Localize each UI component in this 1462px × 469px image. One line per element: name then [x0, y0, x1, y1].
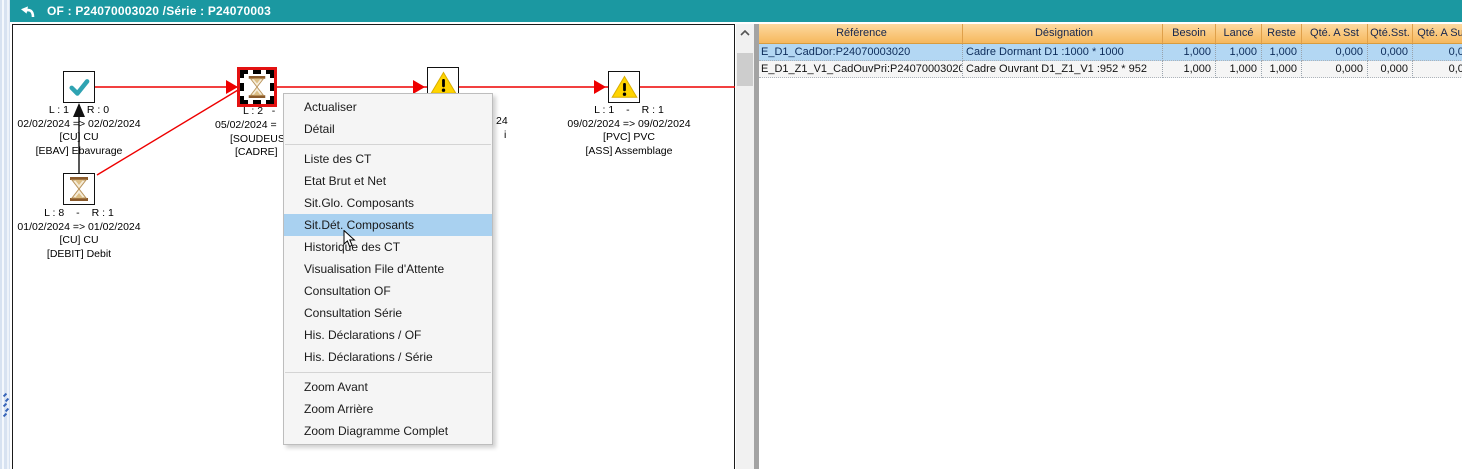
warning-icon [611, 75, 638, 99]
node-operation: [DEBIT] Debit [0, 248, 158, 262]
menu-item-sit-det-composants[interactable]: Sit.Dét. Composants [284, 214, 492, 236]
cell-reste: 1,000 [1262, 44, 1302, 61]
node-dates: 02/02/2024 => 02/02/2024 [0, 118, 158, 132]
menu-item-liste-des-ct[interactable]: Liste des CT [284, 148, 492, 170]
stat-separator: - [626, 104, 630, 118]
application-window: OF : P24070003020 /Série : P24070003 L :… [0, 0, 1462, 469]
menu-item-his-declarations-serie[interactable]: His. Déclarations / Série [284, 346, 492, 368]
cell-qte-a-sst: 0,000 [1302, 61, 1368, 78]
column-header-qte-sst[interactable]: Qté.Sst. [1368, 24, 1413, 44]
cell-lance: 1,000 [1216, 61, 1262, 78]
node-label-debit: L : 8 - R : 1 01/02/2024 => 01/02/2024 [… [0, 207, 158, 261]
window-title-bar: OF : P24070003020 /Série : P24070003 [10, 0, 1462, 22]
column-header-qte-a-sst[interactable]: Qté. A Sst [1302, 24, 1368, 44]
column-header-reference[interactable]: Référence [759, 24, 963, 44]
warning-icon [430, 71, 457, 95]
node-label-cadre-operation: [CADRE] [235, 146, 278, 159]
node-resource: [CU] CU [0, 131, 158, 145]
menu-item-sit-glo-composants[interactable]: Sit.Glo. Composants [284, 192, 492, 214]
launched-count: L : 8 [44, 207, 64, 221]
hourglass-icon [246, 75, 268, 99]
menu-item-zoom-diagramme-complet[interactable]: Zoom Diagramme Complet [284, 420, 492, 442]
cell-qte-sst: 0,000 [1368, 61, 1413, 78]
menu-item-visualisation-file-attente[interactable]: Visualisation File d'Attente [284, 258, 492, 280]
components-table: Référence Désignation Besoin Lancé Reste… [759, 24, 1462, 78]
table-row[interactable]: E_D1_Z1_V1_CadOuvPri:P24070003020 Cadre … [759, 61, 1462, 78]
hourglass-icon [67, 176, 91, 202]
cell-reference: E_D1_CadDor:P24070003020 [759, 44, 963, 61]
column-header-qte-a-sub[interactable]: Qté. A Sub [1413, 24, 1462, 44]
cell-reference: E_D1_Z1_V1_CadOuvPri:P24070003020 [759, 61, 963, 78]
menu-item-etat-brut-et-net[interactable]: Etat Brut et Net [284, 170, 492, 192]
of-window-icon [19, 3, 37, 19]
cell-designation: Cadre Dormant D1 :1000 * 1000 [963, 44, 1163, 61]
menu-item-detail[interactable]: Détail [284, 118, 492, 140]
node-dates: 09/02/2024 => 09/02/2024 [549, 118, 709, 132]
cell-besoin: 1,000 [1163, 61, 1216, 78]
menu-separator [284, 140, 492, 148]
node-dates: 01/02/2024 => 01/02/2024 [0, 221, 158, 235]
operation-node-debit[interactable] [63, 173, 95, 205]
table-row[interactable]: E_D1_CadDor:P24070003020 Cadre Dormant D… [759, 44, 1462, 61]
remaining-count: R : 1 [642, 104, 664, 118]
node-operation: [EBAV] Ebavurage [0, 145, 158, 159]
remaining-count: R : 1 [92, 207, 114, 221]
menu-item-historique-des-ct[interactable]: Historique des CT [284, 236, 492, 258]
column-header-reste[interactable]: Reste [1262, 24, 1302, 44]
cell-besoin: 1,000 [1163, 44, 1216, 61]
node-label-4-date-fragment: 24 [496, 115, 508, 128]
chevron-up-icon [740, 30, 750, 36]
scrollbar-thumb[interactable] [737, 53, 753, 86]
cell-qte-a-sub: 0,00 [1413, 61, 1462, 78]
cell-designation: Cadre Ouvrant D1_Z1_V1 :952 * 952 [963, 61, 1163, 78]
menu-item-zoom-arriere[interactable]: Zoom Arrière [284, 398, 492, 420]
table-header-row: Référence Désignation Besoin Lancé Reste… [759, 24, 1462, 44]
launched-count: L : 1 [594, 104, 614, 118]
operation-node-cadre-selected[interactable] [240, 70, 274, 104]
column-header-besoin[interactable]: Besoin [1163, 24, 1216, 44]
node-label-ebav: L : 1 R : 0 02/02/2024 => 02/02/2024 [CU… [0, 104, 158, 158]
column-header-lance[interactable]: Lancé [1216, 24, 1262, 44]
operation-node-ass[interactable] [608, 71, 640, 103]
panel-splitter[interactable] [754, 24, 759, 469]
menu-item-consultation-of[interactable]: Consultation OF [284, 280, 492, 302]
menu-item-actualiser[interactable]: Actualiser [284, 96, 492, 118]
diagram-vertical-scrollbar[interactable] [736, 24, 754, 469]
node-resource: [CU] CU [0, 234, 158, 248]
cell-qte-a-sub: 0,00 [1413, 44, 1462, 61]
node-label-4-operation-fragment: i [504, 129, 506, 142]
scrollbar-up-button[interactable] [736, 24, 754, 41]
cell-lance: 1,000 [1216, 44, 1262, 61]
mouse-cursor-icon [343, 230, 356, 248]
window-title: OF : P24070003020 /Série : P24070003 [47, 4, 271, 18]
node-label-cadre-stat: L : 2 - [243, 105, 275, 118]
node-label-cadre-date: 05/02/2024 = [215, 119, 277, 132]
cell-qte-sst: 0,000 [1368, 44, 1413, 61]
operation-node-ebav[interactable] [63, 71, 95, 103]
remaining-count: R : 0 [87, 104, 109, 118]
context-menu: Actualiser Détail Liste des CT Etat Brut… [283, 93, 493, 445]
cell-reste: 1,000 [1262, 61, 1302, 78]
menu-item-his-declarations-of[interactable]: His. Déclarations / OF [284, 324, 492, 346]
cell-qte-a-sst: 0,000 [1302, 44, 1368, 61]
stat-separator: - [76, 207, 80, 221]
launched-count: L : 1 [49, 104, 69, 118]
column-header-designation[interactable]: Désignation [963, 24, 1163, 44]
node-resource: [PVC] PVC [549, 131, 709, 145]
menu-separator [284, 368, 492, 376]
node-operation: [ASS] Assemblage [549, 145, 709, 159]
menu-item-consultation-serie[interactable]: Consultation Série [284, 302, 492, 324]
check-icon [66, 74, 92, 100]
node-label-ass: L : 1 - R : 1 09/02/2024 => 09/02/2024 [… [549, 104, 709, 158]
menu-item-zoom-avant[interactable]: Zoom Avant [284, 376, 492, 398]
